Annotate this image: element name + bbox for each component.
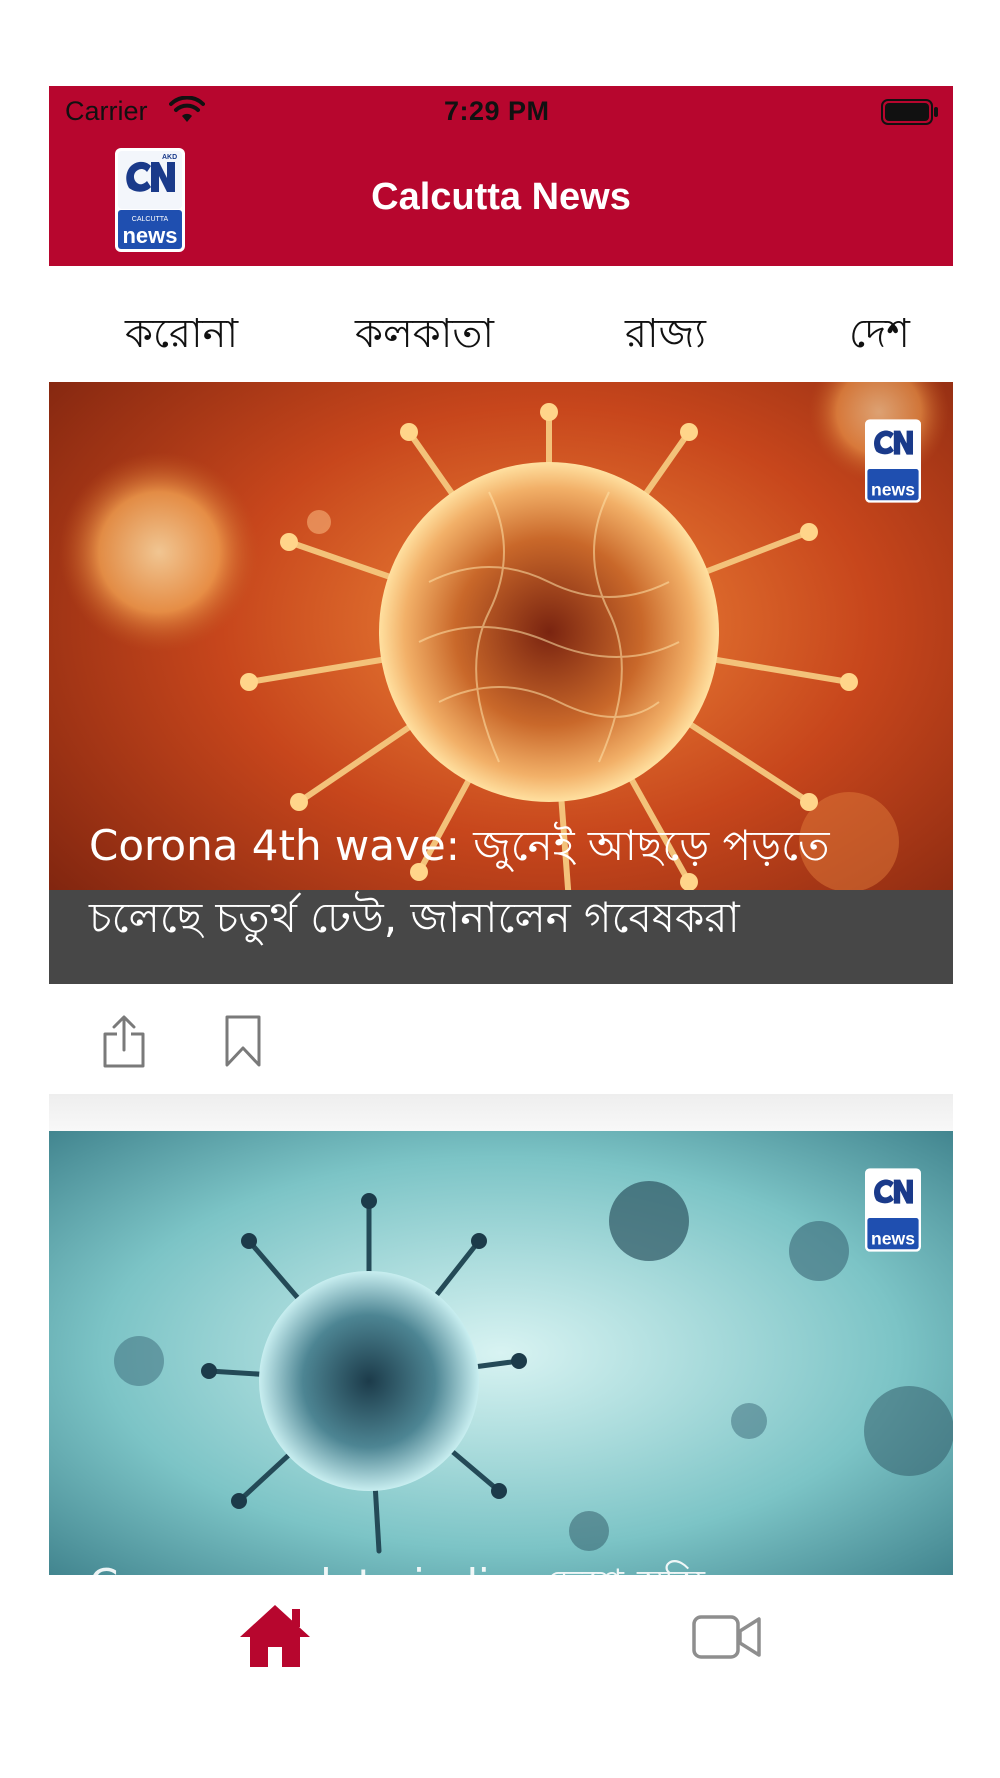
battery-icon xyxy=(881,99,939,132)
card-separator xyxy=(49,1094,953,1131)
video-icon[interactable] xyxy=(692,1615,762,1659)
article-headline[interactable]: Corona update india: দেশে স্বস্তি xyxy=(89,1549,919,1575)
svg-text:AKD: AKD xyxy=(162,154,177,161)
article-card[interactable]: news Corona update india: দেশে স্বস্তি xyxy=(49,1131,953,1575)
clock: 7:29 PM xyxy=(444,96,550,126)
carrier-label: Carrier xyxy=(65,96,148,126)
svg-text:news: news xyxy=(122,223,177,248)
calcutta-news-logo-icon: news xyxy=(865,1168,921,1252)
svg-text:news: news xyxy=(871,1228,915,1248)
top-bar: Carrier 7:29 PM AKD CALCUTTA news Calcut… xyxy=(49,86,953,266)
status-bar: Carrier 7:29 PM xyxy=(49,86,953,138)
bookmark-icon[interactable] xyxy=(224,1014,262,1068)
article-actions xyxy=(49,984,953,1094)
app-title: Calcutta News xyxy=(371,176,631,218)
article-headline[interactable]: Corona 4th wave: জুনেই আছড়ে পড়তে চলেছে… xyxy=(89,810,919,954)
svg-text:news: news xyxy=(871,479,915,499)
tab-country[interactable]: দেশ xyxy=(849,302,910,369)
home-icon[interactable] xyxy=(238,1603,312,1669)
article-card[interactable]: news Corona 4th wave: জুনেই আছড়ে পড়তে … xyxy=(49,382,953,984)
share-icon[interactable] xyxy=(101,1014,147,1070)
app-screen: Carrier 7:29 PM AKD CALCUTTA news Calcut… xyxy=(49,86,953,1778)
wifi-icon xyxy=(169,95,205,131)
article-image xyxy=(49,1131,953,1575)
tab-corona[interactable]: করোনা xyxy=(125,302,238,369)
bottom-navigation xyxy=(49,1575,953,1778)
tab-kolkata[interactable]: কলকাতা xyxy=(355,302,494,369)
calcutta-news-logo-icon: news xyxy=(865,419,921,503)
tab-state[interactable]: রাজ্য xyxy=(625,302,706,369)
